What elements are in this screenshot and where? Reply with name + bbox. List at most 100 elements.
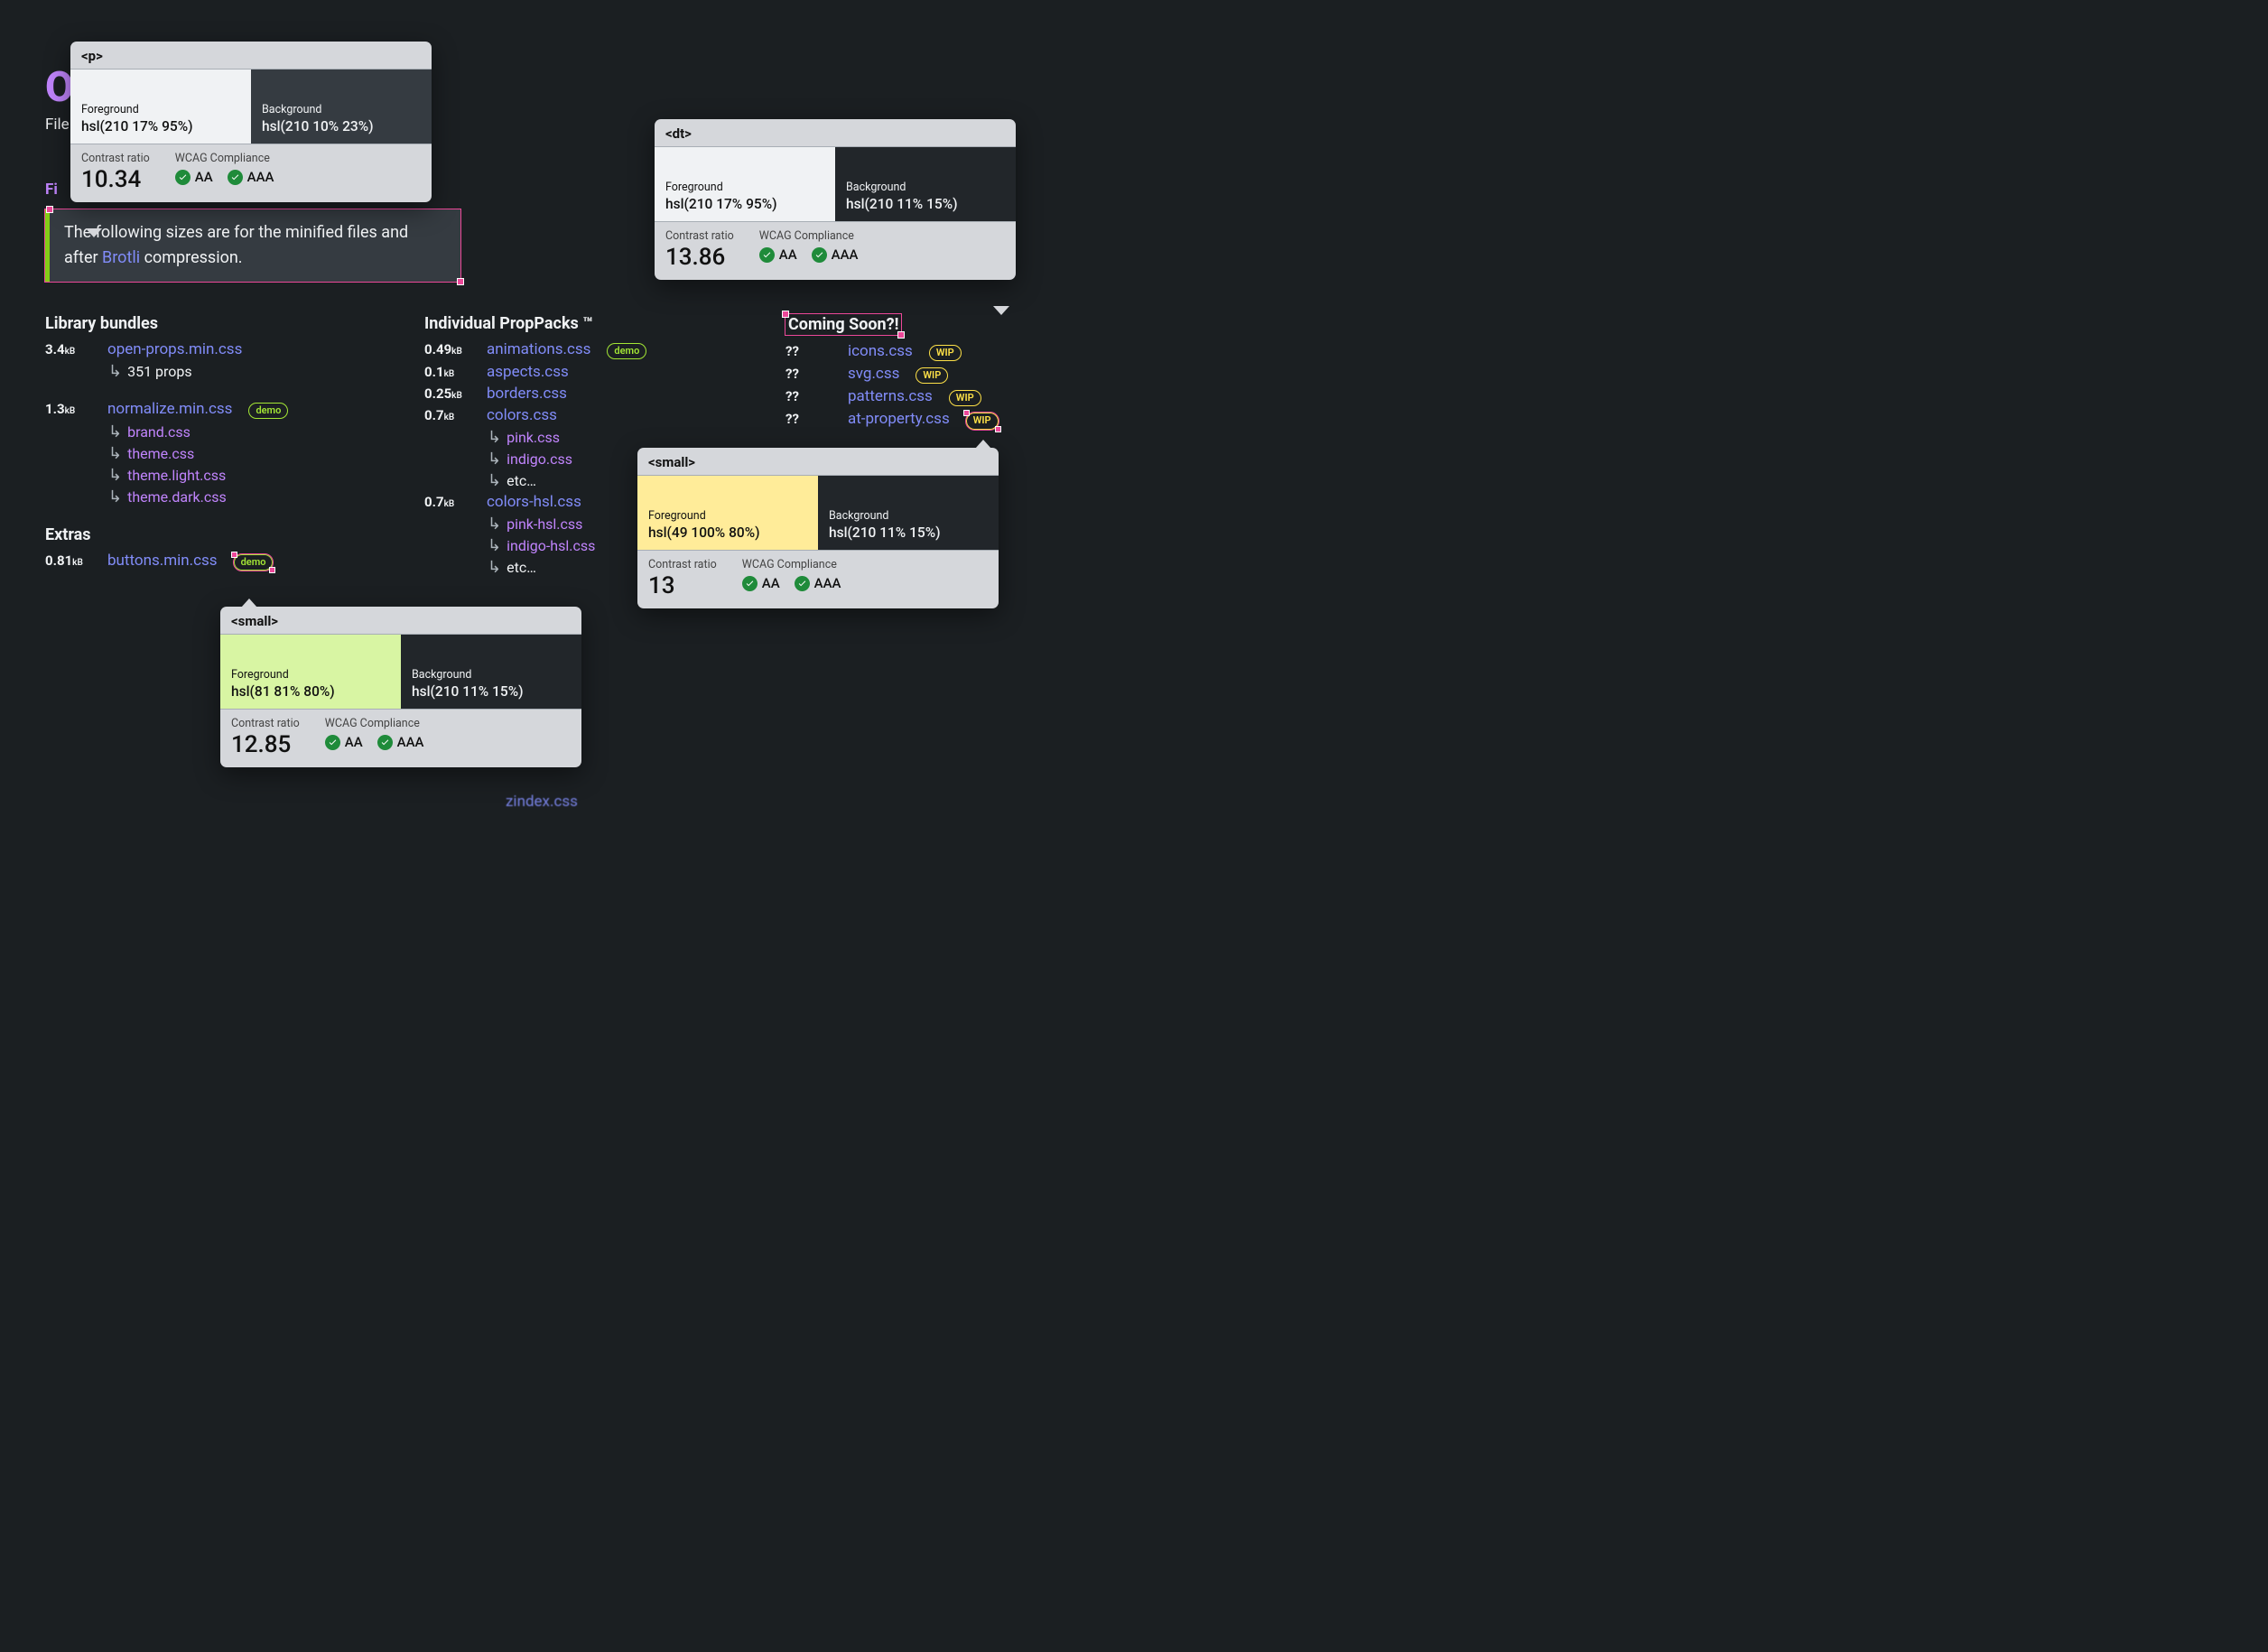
wcag-aa-check: AA bbox=[742, 575, 780, 591]
sub-item[interactable]: ↳pink.css bbox=[488, 428, 749, 447]
panel-tag: <dt> bbox=[655, 119, 1016, 147]
background-swatch: Background hsl(210 11% 15%) bbox=[401, 635, 581, 709]
sub-arrow-icon: ↳ bbox=[488, 558, 501, 577]
panel-tag: <p> bbox=[70, 42, 432, 70]
sub-arrow-icon: ↳ bbox=[108, 444, 122, 463]
obscured-file-link[interactable]: zindex.css bbox=[506, 793, 578, 811]
wcag-label: WCAG Compliance bbox=[175, 152, 274, 165]
file-size: 0.81kB bbox=[45, 552, 95, 569]
extras-heading: Extras bbox=[45, 525, 388, 544]
file-link[interactable]: patterns.css bbox=[848, 387, 933, 405]
file-size: 0.49kB bbox=[424, 341, 474, 357]
file-link[interactable]: open-props.min.css bbox=[107, 340, 242, 358]
demo-badge[interactable]: demo bbox=[234, 554, 274, 571]
check-icon bbox=[795, 576, 810, 591]
swatch-value: hsl(210 10% 23%) bbox=[262, 118, 421, 135]
panel-pointer-icon bbox=[241, 599, 257, 608]
file-link[interactable]: normalize.min.css bbox=[107, 400, 232, 418]
check-icon bbox=[812, 247, 827, 263]
file-size: 0.7kB bbox=[424, 494, 474, 510]
check-icon bbox=[742, 576, 758, 591]
contrast-panel-p[interactable]: <p> Foreground hsl(210 17% 95%) Backgrou… bbox=[70, 42, 432, 202]
check-icon bbox=[759, 247, 775, 263]
panel-tag: <small> bbox=[637, 448, 999, 476]
file-size: ?? bbox=[785, 343, 835, 359]
file-link[interactable]: colors-hsl.css bbox=[487, 493, 581, 511]
contrast-panel-small-green[interactable]: <small> Foreground hsl(81 81% 80%) Backg… bbox=[220, 607, 581, 767]
swatch-value: hsl(210 11% 15%) bbox=[412, 683, 571, 700]
wip-badge: WIP bbox=[966, 413, 999, 429]
column-heading: Library bundles bbox=[45, 314, 388, 333]
file-row: ?? icons.css WIP bbox=[785, 342, 1074, 361]
wcag-aa-check: AA bbox=[175, 169, 213, 185]
file-size: 3.4kB bbox=[45, 341, 95, 357]
sub-item[interactable]: ↳theme.css bbox=[108, 444, 388, 463]
swatch-value: hsl(210 11% 15%) bbox=[829, 524, 988, 541]
contrast-panel-dt[interactable]: <dt> Foreground hsl(210 17% 95%) Backgro… bbox=[655, 119, 1016, 280]
wcag-aaa-check: AAA bbox=[228, 169, 274, 185]
sub-item[interactable]: ↳theme.dark.css bbox=[108, 487, 388, 506]
panel-pointer-icon bbox=[86, 228, 102, 237]
sub-arrow-icon: ↳ bbox=[108, 487, 122, 506]
sub-arrow-icon: ↳ bbox=[108, 362, 122, 381]
foreground-swatch: Foreground hsl(81 81% 80%) bbox=[220, 635, 401, 709]
swatch-label: Background bbox=[829, 509, 988, 523]
swatch-label: Foreground bbox=[648, 509, 807, 523]
wcag-label: WCAG Compliance bbox=[325, 717, 424, 730]
ratio-label: Contrast ratio bbox=[665, 229, 734, 243]
check-icon bbox=[377, 735, 393, 750]
demo-badge[interactable]: demo bbox=[248, 403, 288, 419]
sub-arrow-icon: ↳ bbox=[488, 428, 501, 447]
file-size: 0.1kB bbox=[424, 364, 474, 380]
swatch-label: Background bbox=[846, 181, 1005, 194]
ratio-value: 13 bbox=[648, 572, 717, 599]
wip-badge: WIP bbox=[929, 345, 962, 361]
swatch-value: hsl(210 17% 95%) bbox=[81, 118, 240, 135]
swatch-label: Foreground bbox=[231, 668, 390, 682]
sub-item[interactable]: ↳brand.css bbox=[108, 422, 388, 441]
foreground-swatch: Foreground hsl(210 17% 95%) bbox=[655, 147, 835, 221]
check-icon bbox=[325, 735, 340, 750]
file-link[interactable]: buttons.min.css bbox=[107, 552, 218, 570]
check-icon bbox=[228, 170, 243, 185]
file-link[interactable]: aspects.css bbox=[487, 363, 569, 381]
demo-badge[interactable]: demo bbox=[607, 343, 646, 359]
sub-item[interactable]: ↳theme.light.css bbox=[108, 466, 388, 485]
file-row: 3.4kB open-props.min.css bbox=[45, 340, 388, 358]
swatch-value: hsl(210 17% 95%) bbox=[665, 196, 824, 212]
file-link[interactable]: borders.css bbox=[487, 385, 567, 403]
sub-arrow-icon: ↳ bbox=[488, 450, 501, 469]
column-library-bundles: Library bundles 3.4kB open-props.min.css… bbox=[45, 314, 388, 580]
wcag-aa-check: AA bbox=[759, 246, 797, 263]
file-row: ?? at-property.css WIP bbox=[785, 410, 1074, 429]
wip-badge: WIP bbox=[916, 367, 948, 384]
file-link[interactable]: icons.css bbox=[848, 342, 913, 360]
quote-link-brotli[interactable]: Brotli bbox=[102, 248, 140, 267]
ratio-value: 12.85 bbox=[231, 731, 300, 758]
file-link[interactable]: svg.css bbox=[848, 365, 899, 383]
swatch-value: hsl(49 100% 80%) bbox=[648, 524, 807, 541]
swatch-label: Foreground bbox=[81, 103, 240, 116]
check-icon bbox=[175, 170, 191, 185]
wcag-label: WCAG Compliance bbox=[742, 558, 841, 571]
panel-pointer-icon bbox=[975, 440, 991, 449]
panel-tag: <small> bbox=[220, 607, 581, 635]
file-link[interactable]: animations.css bbox=[487, 340, 590, 358]
sub-arrow-icon: ↳ bbox=[108, 422, 122, 441]
background-swatch: Background hsl(210 11% 15%) bbox=[818, 476, 999, 550]
file-size: ?? bbox=[785, 388, 835, 404]
contrast-panel-small-yellow[interactable]: <small> Foreground hsl(49 100% 80%) Back… bbox=[637, 448, 999, 608]
file-link[interactable]: colors.css bbox=[487, 406, 557, 424]
ratio-label: Contrast ratio bbox=[81, 152, 150, 165]
swatch-label: Background bbox=[262, 103, 421, 116]
background-swatch: Background hsl(210 11% 15%) bbox=[835, 147, 1016, 221]
panel-pointer-icon bbox=[993, 306, 1009, 315]
ratio-label: Contrast ratio bbox=[231, 717, 300, 730]
file-link[interactable]: at-property.css bbox=[848, 410, 950, 428]
file-row: ?? svg.css WIP bbox=[785, 365, 1074, 384]
file-size: 1.3kB bbox=[45, 401, 95, 417]
file-size: ?? bbox=[785, 411, 835, 427]
file-size: 0.7kB bbox=[424, 407, 474, 423]
ratio-label: Contrast ratio bbox=[648, 558, 717, 571]
wcag-aaa-check: AAA bbox=[812, 246, 859, 263]
